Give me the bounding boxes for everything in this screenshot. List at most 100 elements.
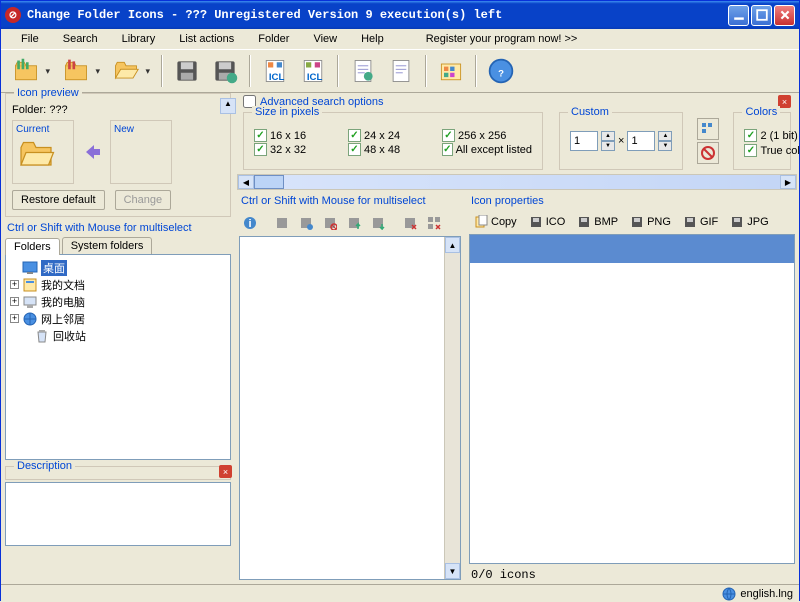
tool-doc2-button[interactable] xyxy=(383,53,419,89)
list-btn-1[interactable] xyxy=(271,212,293,234)
icon-counter: 0/0 icons xyxy=(465,566,799,584)
tab-folders[interactable]: Folders xyxy=(5,238,60,255)
icon-list-vscroll[interactable]: ▲▼ xyxy=(444,237,460,579)
new-preview: New xyxy=(110,120,172,184)
custom-height-input[interactable]: 1 xyxy=(627,131,655,151)
clear-size-button[interactable] xyxy=(697,142,719,164)
custom-legend: Custom xyxy=(568,106,612,118)
apply-size-button[interactable] xyxy=(697,118,719,140)
size-256[interactable]: ✓256 x 256 xyxy=(442,129,532,142)
expand-icon[interactable]: + xyxy=(10,314,19,323)
tool-doc1-button[interactable] xyxy=(345,53,381,89)
colors-group: Colors ✓2 (1 bit) ✓16 (4 bit) ✓256 ✓True… xyxy=(733,112,791,170)
tree-documents[interactable]: 我的文档 xyxy=(41,277,85,293)
tool-help-button[interactable]: ? xyxy=(483,53,519,89)
custom-width-input[interactable]: 1 xyxy=(570,131,598,151)
toolbar: ICL ICL ? xyxy=(1,49,799,93)
menubar: File Search Library List actions Folder … xyxy=(1,29,799,49)
minimize-button[interactable] xyxy=(728,5,749,26)
icon-preview-legend: Icon preview xyxy=(14,87,82,99)
left-tabs: Folders System folders xyxy=(1,237,235,254)
description-group: Description × xyxy=(5,466,231,480)
tool-grid-button[interactable] xyxy=(433,53,469,89)
tree-desktop[interactable]: 桌面 xyxy=(41,260,67,276)
menu-register[interactable]: Register your program now! >> xyxy=(414,31,590,47)
jpg-button[interactable]: JPG xyxy=(725,212,773,232)
properties-header xyxy=(470,235,794,263)
custom-height-spinner[interactable]: ▲▼ xyxy=(658,131,672,151)
menu-view[interactable]: View xyxy=(301,31,349,47)
h-scrollbar[interactable]: ◀▶ xyxy=(237,174,797,190)
size-all-except[interactable]: ✓All except listed xyxy=(442,143,532,156)
titlebar: ⊘ Change Folder Icons - ??? Unregistered… xyxy=(1,1,799,29)
menu-search[interactable]: Search xyxy=(51,31,110,47)
window-title: Change Folder Icons - ??? Unregistered V… xyxy=(27,8,728,22)
arrow-left-icon xyxy=(80,140,104,164)
left-multiselect-hint: Ctrl or Shift with Mouse for multiselect xyxy=(1,219,235,237)
list-btn-5[interactable] xyxy=(367,212,389,234)
list-btn-2[interactable] xyxy=(295,212,317,234)
tree-computer[interactable]: 我的电脑 xyxy=(41,294,85,310)
menu-library[interactable]: Library xyxy=(110,31,168,47)
size-24[interactable]: ✓24 x 24 xyxy=(348,129,438,142)
svg-text:ICL: ICL xyxy=(307,72,323,83)
tool-save2-button[interactable] xyxy=(207,53,243,89)
custom-group: Custom 1 ▲▼ × 1 ▲▼ xyxy=(559,112,683,170)
icon-properties-legend: Icon properties xyxy=(465,192,799,210)
right-panel: Advanced search options × Size in pixels… xyxy=(235,93,799,584)
size-16[interactable]: ✓16 x 16 xyxy=(254,129,344,142)
icon-list[interactable]: ▲▼ xyxy=(239,236,461,580)
tool-save-button[interactable] xyxy=(169,53,205,89)
menu-folder[interactable]: Folder xyxy=(246,31,301,47)
tool-open-folder-button[interactable] xyxy=(107,53,155,89)
description-close-icon[interactable]: × xyxy=(219,465,232,478)
maximize-button[interactable] xyxy=(751,5,772,26)
size-32[interactable]: ✓32 x 32 xyxy=(254,143,344,156)
size-group: Size in pixels ✓16 x 16 ✓24 x 24 ✓256 x … xyxy=(243,112,543,170)
expand-icon[interactable]: + xyxy=(10,297,19,306)
close-button[interactable] xyxy=(774,5,795,26)
icon-preview-group: Icon preview ▲ Folder: ??? Current New R… xyxy=(5,93,231,217)
documents-icon xyxy=(22,277,38,293)
size-48[interactable]: ✓48 x 48 xyxy=(348,143,438,156)
colors-legend: Colors xyxy=(742,106,780,118)
tool-style1-button[interactable] xyxy=(7,53,55,89)
icon-properties-toolbar: Copy ICO BMP PNG GIF JPG xyxy=(465,210,799,234)
menu-file[interactable]: File xyxy=(9,31,51,47)
color-true[interactable]: ✓True color (24 bit) xyxy=(744,144,799,157)
list-btn-4[interactable] xyxy=(343,212,365,234)
copy-button[interactable]: Copy xyxy=(469,212,522,232)
tool-icl2-button[interactable]: ICL xyxy=(295,53,331,89)
gif-button[interactable]: GIF xyxy=(678,212,723,232)
color-2[interactable]: ✓2 (1 bit) xyxy=(744,129,797,142)
tree-recycle[interactable]: 回收站 xyxy=(53,328,86,344)
info-button[interactable]: i xyxy=(239,212,261,234)
svg-text:?: ? xyxy=(498,68,504,79)
preview-scrollbar[interactable]: ▲ xyxy=(220,98,236,212)
menu-list-actions[interactable]: List actions xyxy=(167,31,246,47)
restore-default-button[interactable]: Restore default xyxy=(12,190,105,210)
network-icon xyxy=(22,311,38,327)
custom-width-spinner[interactable]: ▲▼ xyxy=(601,131,615,151)
statusbar: english.lng xyxy=(1,584,799,602)
bmp-button[interactable]: BMP xyxy=(572,212,623,232)
icon-properties-area xyxy=(469,234,795,564)
ico-button[interactable]: ICO xyxy=(524,212,571,232)
change-button[interactable]: Change xyxy=(115,190,172,210)
folder-icon xyxy=(16,135,56,175)
tree-network[interactable]: 网上邻居 xyxy=(41,311,85,327)
png-button[interactable]: PNG xyxy=(625,212,676,232)
language-label[interactable]: english.lng xyxy=(740,588,793,600)
folder-tree[interactable]: 桌面 + 我的文档 + 我的电脑 + 网上邻居 回收站 xyxy=(5,254,231,460)
tool-style2-button[interactable] xyxy=(57,53,105,89)
tab-system-folders[interactable]: System folders xyxy=(62,237,153,254)
expand-icon[interactable]: + xyxy=(10,280,19,289)
list-btn-6[interactable] xyxy=(399,212,421,234)
folder-label: Folder: xyxy=(12,104,46,116)
tool-icl1-button[interactable]: ICL xyxy=(257,53,293,89)
menu-help[interactable]: Help xyxy=(349,31,396,47)
description-area xyxy=(5,482,231,546)
recycle-icon xyxy=(34,328,50,344)
list-btn-7[interactable] xyxy=(423,212,445,234)
list-btn-3[interactable] xyxy=(319,212,341,234)
